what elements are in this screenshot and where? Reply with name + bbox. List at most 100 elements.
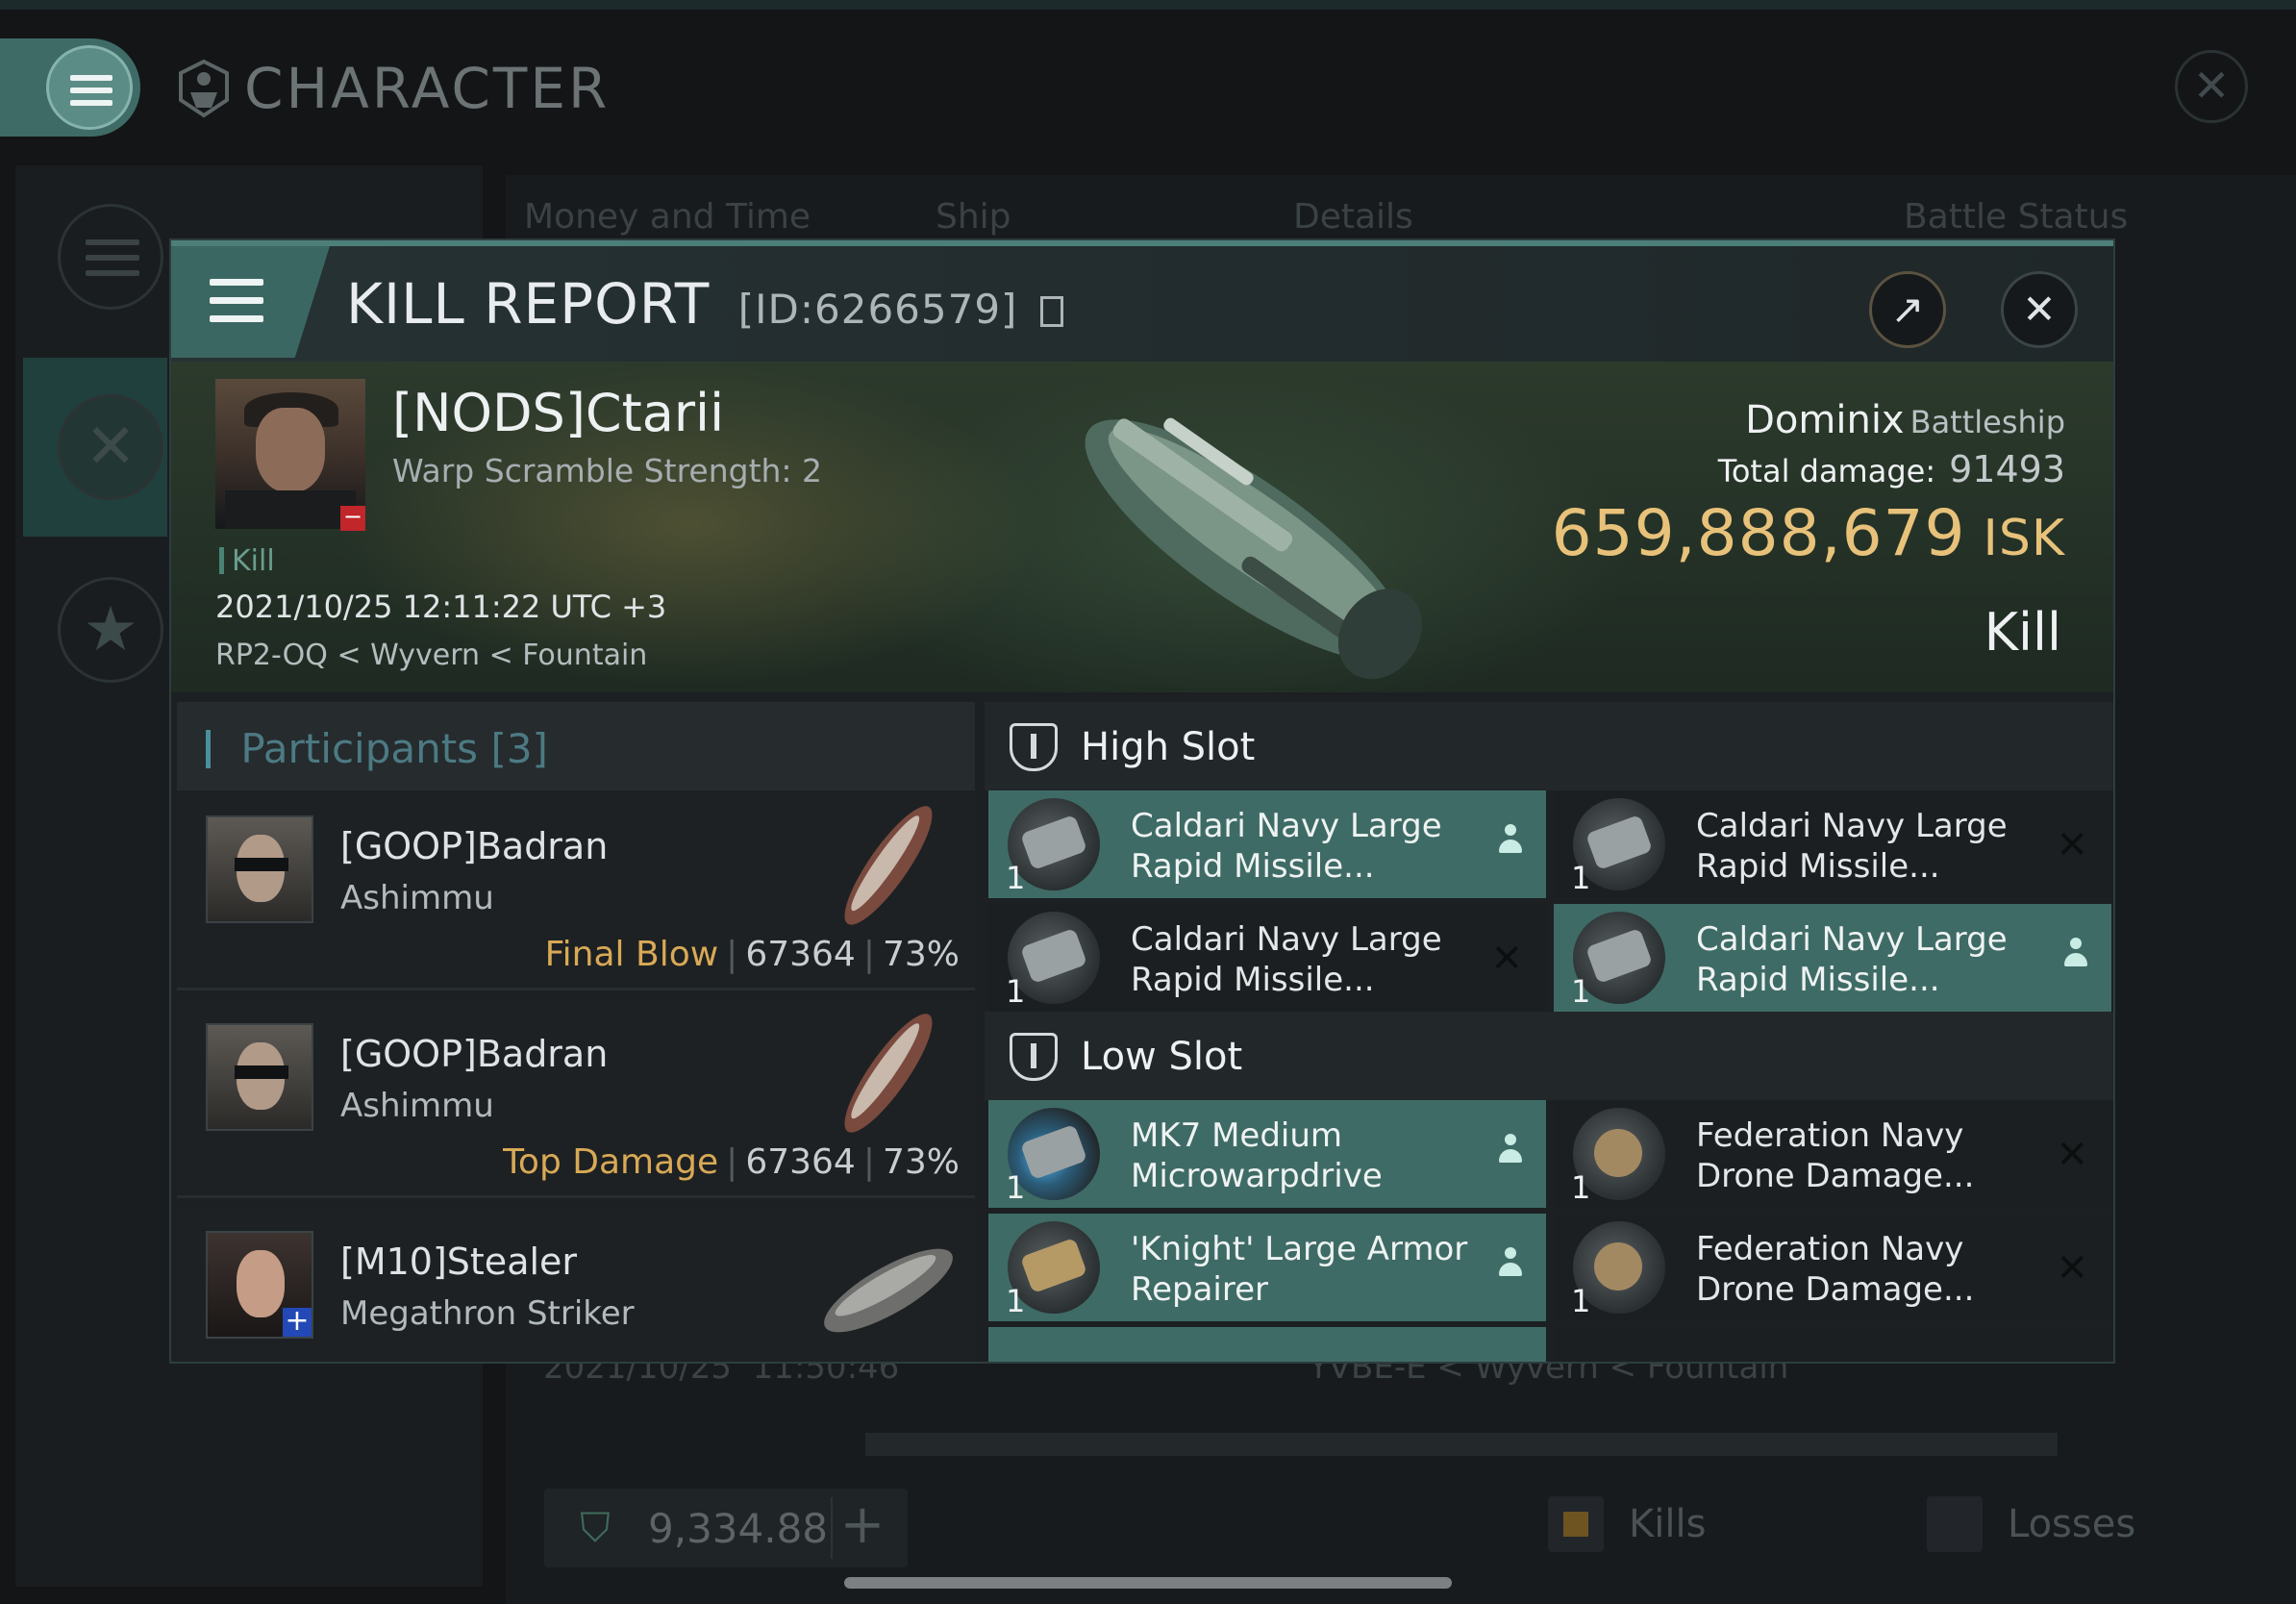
module-item[interactable]: 1 'Knight' Large Armor Repairer: [988, 1214, 1546, 1321]
participant-avatar: [206, 1023, 313, 1131]
participants-header[interactable]: Participants [3]: [177, 702, 975, 790]
close-icon[interactable]: ✕: [2175, 50, 2248, 123]
ship-class: Battleship: [1909, 404, 2065, 440]
kills-checkbox[interactable]: [1548, 1496, 1604, 1552]
side-combat-button[interactable]: ✕: [58, 394, 163, 500]
close-button[interactable]: ✕: [2001, 271, 2078, 348]
participant-ship: Ashimmu: [340, 1087, 494, 1125]
participant-avatar: [206, 815, 313, 923]
hamburger-icon: [70, 75, 112, 113]
kill-report-title: KILL REPORT [ID:6266579]: [346, 271, 1063, 337]
crossed-swords-icon: ✕: [85, 412, 137, 483]
module-item[interactable]: 1 Caldari Navy Large Rapid Missile... ✕: [1554, 790, 2111, 898]
person-icon: [1498, 1133, 1523, 1175]
kill-result: Kill: [1984, 602, 2061, 663]
participant-tag: Top Damage: [503, 1142, 719, 1182]
low-slot-header: Low Slot: [985, 1012, 2113, 1100]
ship-name[interactable]: Dominix Battleship: [1745, 398, 2065, 442]
module-quantity: 1: [1571, 973, 1591, 1010]
kill-report-id: [ID:6266579]: [737, 286, 1018, 333]
kill-location[interactable]: RP2-OQ < Wyvern < Fountain: [215, 639, 647, 672]
module-item[interactable]: 1 Caldari Navy Large Rapid Missile...: [988, 790, 1546, 898]
module-item[interactable]: 1 Federation Navy Drone Damage... ✕: [1554, 1214, 2111, 1321]
module-name: Federation Navy Drone Damage...: [1696, 1230, 1975, 1309]
module-quantity: 1: [1571, 1283, 1591, 1319]
kill-report-menu-button[interactable]: [171, 246, 330, 358]
participant-ship-image: [844, 1014, 933, 1133]
module-item[interactable]: 1 MK7 Medium Microwarpdrive: [988, 1100, 1546, 1208]
participant-row[interactable]: [GOOP]Badran Ashimmu Final Blow | 67364 | 73…: [177, 790, 975, 990]
top-bar: [0, 0, 2296, 10]
hamburger-icon: [210, 279, 263, 334]
tab-money-and-time[interactable]: Money and Time: [524, 197, 811, 237]
module-item-partial[interactable]: [1554, 1327, 2111, 1362]
participants-count: [3]: [490, 725, 548, 772]
slot-icon: [1010, 1033, 1058, 1081]
add-button[interactable]: +: [831, 1497, 892, 1559]
participant-ship: Megathron Striker: [340, 1294, 635, 1333]
kill-report-title-text: KILL REPORT: [346, 271, 711, 337]
isk-value: 659,888,679 ISK: [1552, 496, 2065, 570]
module-item[interactable]: 1 Caldari Navy Large Rapid Missile... ✕: [988, 904, 1546, 1012]
x-icon: ✕: [2056, 1133, 2088, 1177]
participants-label-text: Participants: [240, 725, 479, 772]
participant-ship: Ashimmu: [340, 879, 494, 917]
participant-damage: 67364: [745, 1142, 856, 1182]
x-icon: ✕: [2056, 823, 2088, 867]
share-button[interactable]: ↗: [1869, 271, 1946, 348]
kill-tag: Kill: [219, 544, 275, 578]
warp-scramble-strength: Warp Scramble Strength: 2: [392, 452, 823, 489]
side-star-button[interactable]: ★: [58, 577, 163, 683]
side-menu-button[interactable]: [58, 204, 163, 310]
tab-ship[interactable]: Ship: [936, 197, 1011, 237]
isk-amount: 659,888,679: [1551, 496, 1966, 570]
background-strip: [865, 1433, 2058, 1456]
participant-ship-image: [824, 1248, 953, 1333]
participant-row[interactable]: [GOOP]Badran Ashimmu Top Damage | 67364 | 73…: [177, 998, 975, 1198]
module-quantity: 1: [1006, 973, 1026, 1010]
module-item-partial[interactable]: [988, 1327, 1546, 1362]
low-slot-label: Low Slot: [1081, 1035, 1243, 1079]
participant-ship-image: [844, 806, 933, 925]
person-icon: [1498, 1246, 1523, 1289]
person-icon: [1498, 823, 1523, 865]
tab-details[interactable]: Details: [1293, 197, 1413, 237]
kills-label: Kills: [1629, 1502, 1707, 1546]
kill-report-header: KILL REPORT [ID:6266579] ↗ ✕: [171, 240, 2113, 362]
participant-tag: Final Blow: [544, 935, 719, 974]
main-menu-button[interactable]: [0, 38, 140, 137]
victim-name[interactable]: [NODS]Ctarii: [392, 383, 724, 443]
total-damage: Total damage: 91493: [1718, 448, 2065, 490]
copy-icon[interactable]: [1039, 296, 1063, 327]
participant-row[interactable]: + [M10]Stealer Megathron Striker: [177, 1206, 975, 1362]
tab-battle-status[interactable]: Battle Status: [1904, 197, 2128, 237]
high-slot-header: High Slot: [985, 702, 2113, 790]
home-indicator[interactable]: [844, 1577, 1452, 1589]
kill-datetime: 2021/10/25 12:11:22 UTC +3: [215, 589, 667, 625]
x-icon: ✕: [1490, 937, 1523, 981]
plus-badge-icon: +: [283, 1307, 312, 1337]
kill-tag-text: Kill: [232, 544, 275, 578]
losses-label: Losses: [2008, 1502, 2136, 1546]
losses-checkbox[interactable]: [1927, 1496, 1983, 1552]
character-title-text: CHARACTER: [244, 56, 611, 121]
kills-toggle[interactable]: Kills: [1548, 1496, 1706, 1552]
module-name: Caldari Navy Large Rapid Missile...: [1131, 807, 1442, 886]
menu-circle: [46, 45, 133, 130]
slot-icon: ⛉: [580, 1504, 611, 1551]
fitting-panel: High Slot 1 Caldari Navy Large Rapid Mis…: [985, 702, 2113, 1362]
participant-damage: 67364: [745, 935, 856, 974]
module-quantity: 1: [1006, 860, 1026, 896]
x-icon: ✕: [2056, 1246, 2088, 1291]
list-icon: [86, 239, 139, 286]
isk-unit: ISK: [1983, 510, 2065, 567]
slot-icon: [1010, 723, 1058, 771]
module-item[interactable]: 1 Caldari Navy Large Rapid Missile...: [1554, 904, 2111, 1012]
participants-label: Participants [3]: [206, 725, 548, 772]
module-name: Caldari Navy Large Rapid Missile...: [1696, 807, 2008, 886]
module-item[interactable]: 1 Federation Navy Drone Damage... ✕: [1554, 1100, 2111, 1208]
losses-toggle[interactable]: Losses: [1927, 1496, 2135, 1552]
character-icon: [179, 59, 229, 118]
share-icon: ↗: [1890, 286, 1925, 333]
wallet-bar: ⛉ 9,334.88 +: [544, 1489, 908, 1567]
